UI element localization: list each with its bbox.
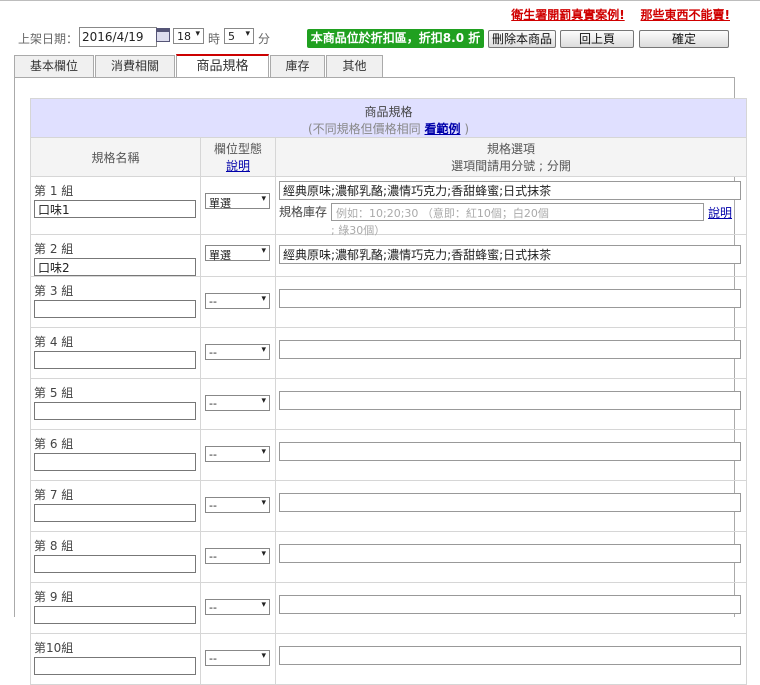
spec-stock: 規格庫存 例如：10;20;30 （意即：紅10個；白20個 ; 綠30個） 說… [276,200,746,237]
col-header-type: 欄位型態 說明 [200,137,276,177]
date-input[interactable] [79,27,157,47]
spec-name-input[interactable] [34,657,196,675]
spec-type-select[interactable]: 單選 [205,193,270,210]
col-header-name: 規格名稱 [30,137,201,177]
spec-options-input[interactable] [279,340,741,359]
group-label: 第 5 組 [34,386,74,400]
hour-suffix: 時 [208,32,221,46]
spec-options-input[interactable] [279,544,741,563]
spec-subtitle: (不同規格但價格相同 看範例 ) [307,122,470,136]
spec-row: 第 9 組 -- [30,582,747,634]
spec-row: 第 2 組 單選 [30,234,747,277]
spec-table-header: 商品規格 (不同規格但價格相同 看範例 ) [30,98,747,138]
discount-badge: 本商品位於折扣區，折扣8.0 折 [307,29,484,48]
spec-type-select[interactable]: -- [205,599,270,615]
calendar-icon[interactable] [156,28,170,42]
spec-type-select[interactable]: -- [205,293,270,309]
spec-title: 商品規格 [364,105,413,119]
spec-row: 第10組 -- [30,633,747,685]
spec-options-input[interactable] [279,442,741,461]
tab-consumption[interactable]: 消費相關 [95,55,175,77]
spec-type-select[interactable]: -- [205,395,270,411]
stock-label: 規格庫存 [279,205,328,219]
spec-type-select[interactable]: -- [205,548,270,564]
group-label: 第 7 組 [34,488,74,502]
tab-spec[interactable]: 商品規格 [176,54,269,78]
spec-type-select[interactable]: -- [205,446,270,462]
spec-type-select[interactable]: -- [205,650,270,666]
spec-options-input[interactable] [279,595,741,614]
spec-options-input[interactable] [279,245,741,264]
spec-name-input[interactable] [34,200,196,218]
stock-placeholder-cont: ; 綠30個） [331,224,386,237]
delete-product-button[interactable]: 刪除本商品 [488,30,556,48]
group-label: 第10組 [34,641,74,655]
spec-row: 第 7 組 -- [30,480,747,532]
tab-stock[interactable]: 庫存 [270,55,325,77]
minute-select[interactable]: 5 [224,28,254,44]
minute-suffix: 分 [258,32,271,46]
prohibited-items-link[interactable]: 那些東西不能賣! [641,8,730,22]
type-help-link[interactable]: 說明 [226,159,250,173]
tab-other[interactable]: 其他 [326,55,383,77]
col-header-options: 規格選項 選項間請用分號 ; 分開 [275,137,747,177]
group-label: 第 4 組 [34,335,74,349]
spec-options-input[interactable] [279,181,741,200]
spec-options-input[interactable] [279,289,741,308]
stock-help-link[interactable]: 說明 [708,204,732,221]
group-label: 第 1 組 [34,184,74,198]
spec-table: 商品規格 (不同規格但價格相同 看範例 ) 規格名稱 欄位型態 說明 規格選項 選項… [30,98,747,685]
group-label: 第 3 組 [34,284,74,298]
spec-name-input[interactable] [34,351,196,369]
spec-row: 第 1 組 單選 規格庫存 例如：10;20;30 （意即：紅10個；白20個 … [30,176,747,237]
spec-type-select[interactable]: -- [205,344,270,360]
minute-value: 5 [228,30,235,43]
example-link[interactable]: 看範例 [424,122,460,136]
spec-type-select[interactable]: -- [205,497,270,513]
spec-name-input[interactable] [34,504,196,522]
spec-name-input[interactable] [34,606,196,624]
spec-row: 第 4 組 -- [30,327,747,379]
spec-name-input[interactable] [34,453,196,471]
hour-value: 18 [177,30,191,43]
group-label: 第 6 組 [34,437,74,451]
group-label: 第 8 組 [34,539,74,553]
spec-name-input[interactable] [34,258,196,276]
hour-select[interactable]: 18 [173,28,204,44]
spec-name-input[interactable] [34,402,196,420]
penalty-cases-link[interactable]: 衛生署開罰真實案例! [511,8,624,22]
spec-row: 第 5 組 -- [30,378,747,430]
top-links: 衛生署開罰真實案例! 那些東西不能賣! [499,6,730,23]
spec-options-input[interactable] [279,646,741,665]
top-divider [0,0,760,1]
tab-basic[interactable]: 基本欄位 [14,55,94,77]
spec-type-select[interactable]: 單選 [205,245,270,262]
spec-row: 第 8 組 -- [30,531,747,583]
stock-input[interactable]: 例如：10;20;30 （意即：紅10個；白20個 [331,203,704,221]
spec-row: 第 6 組 -- [30,429,747,481]
group-label: 第 9 組 [34,590,74,604]
spec-options-input[interactable] [279,493,741,512]
confirm-button[interactable]: 確定 [639,30,729,48]
spec-name-input[interactable] [34,300,196,318]
date-label: 上架日期： [18,32,79,46]
spec-name-input[interactable] [34,555,196,573]
spec-row: 第 3 組 -- [30,276,747,328]
group-label: 第 2 組 [34,242,74,256]
spec-options-input[interactable] [279,391,741,410]
back-button[interactable]: 回上頁 [560,30,634,48]
